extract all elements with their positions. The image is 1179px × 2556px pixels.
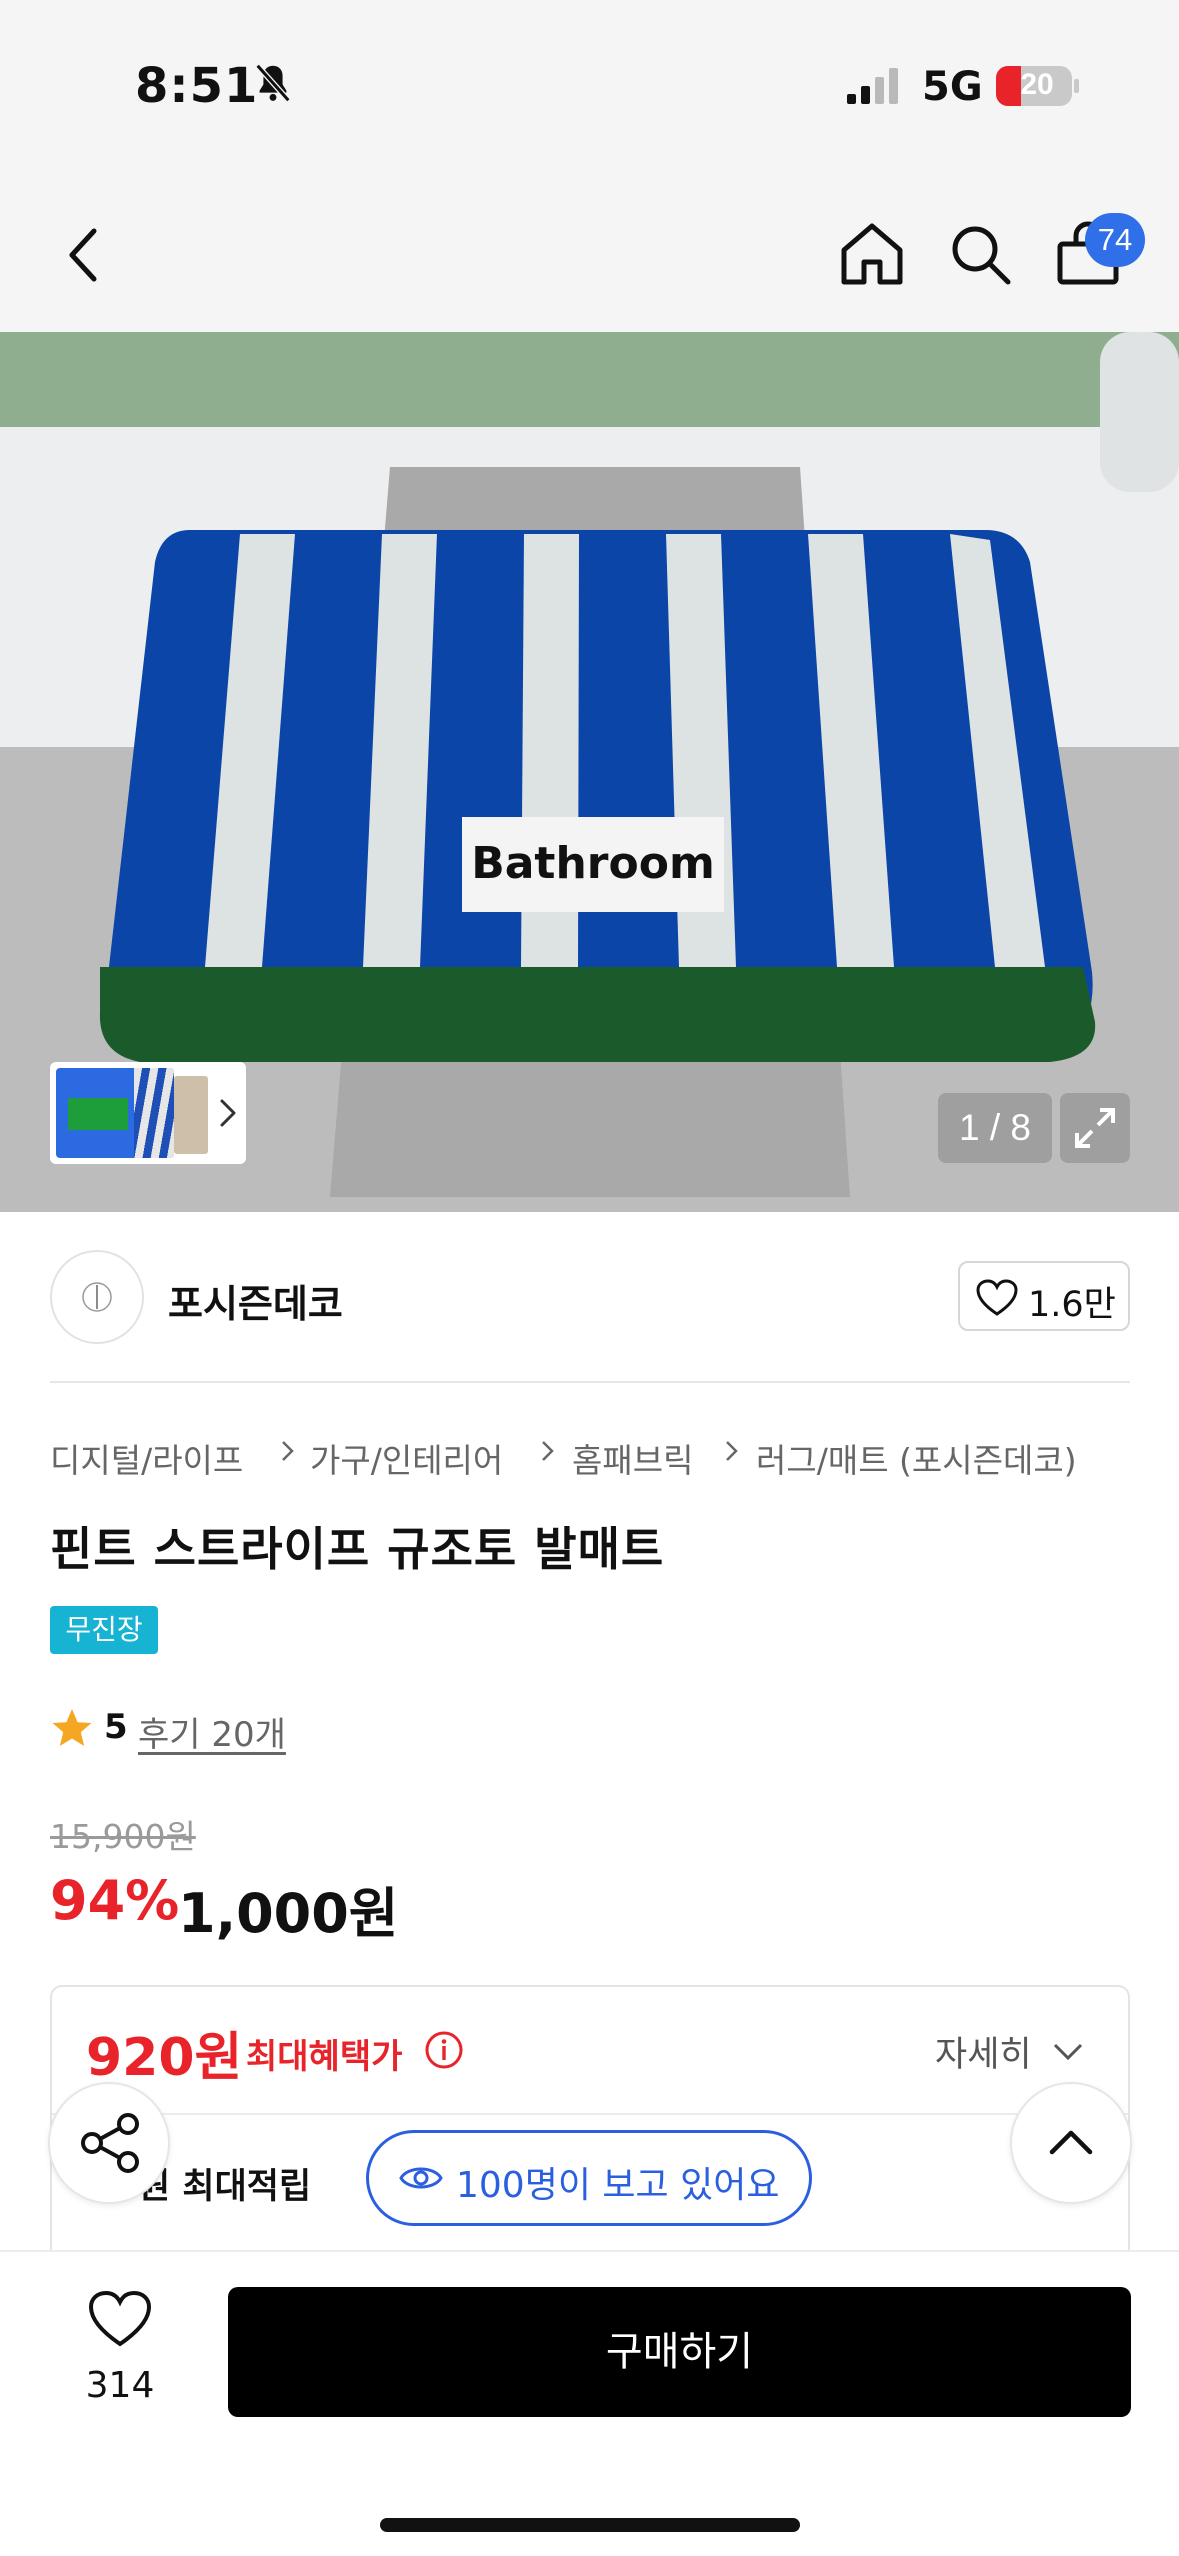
benefit-detail-link[interactable]: 자세히: [935, 2026, 1032, 2077]
buy-button[interactable]: 구매하기: [228, 2287, 1131, 2417]
scroll-top-button[interactable]: [1010, 2082, 1132, 2204]
expand-icon[interactable]: [1060, 1093, 1130, 1163]
chevron-right-icon: [282, 1441, 294, 1461]
star-icon: [52, 1709, 92, 1746]
share-icon: [81, 2113, 139, 2173]
chevron-down-icon[interactable]: [1050, 2036, 1086, 2066]
eye-icon: [399, 2167, 443, 2189]
signal-icon: [847, 68, 898, 104]
breadcrumb-item[interactable]: 가구/인테리어: [310, 1434, 503, 1482]
bell-slash-icon: [255, 63, 291, 103]
thumbnail-image[interactable]: [56, 1068, 174, 1158]
search-icon[interactable]: [948, 222, 1012, 286]
original-price: 15,900원: [50, 1817, 196, 1856]
mat-label-text: Bathroom: [471, 838, 715, 889]
back-icon[interactable]: [62, 225, 108, 285]
info-icon[interactable]: [424, 2030, 464, 2070]
discount-rate: 94%: [50, 1869, 180, 1932]
home-icon[interactable]: [838, 220, 906, 288]
divider: [50, 1381, 1130, 1383]
chevron-right-icon: [726, 1441, 738, 1461]
sale-price: 1,000원: [178, 1882, 399, 1945]
chevron-right-icon: [542, 1441, 554, 1461]
share-button[interactable]: [48, 2082, 170, 2204]
seller-name[interactable]: 포시즌데코: [168, 1273, 343, 1328]
battery-icon: 20: [995, 64, 1081, 108]
home-indicator: [380, 2518, 800, 2532]
chevron-right-icon[interactable]: [218, 1097, 238, 1129]
viewing-now-text: 100명이 보고 있어요: [456, 2165, 780, 2206]
rating-value: 5: [104, 1707, 128, 1747]
max-benefit-price: 920원: [86, 2028, 243, 2088]
network-label: 5G: [922, 64, 983, 110]
product-title: 핀트 스트라이프 규조토 발매트: [50, 1522, 665, 1576]
heart-icon: [976, 1279, 1018, 1316]
heart-icon[interactable]: [88, 2290, 152, 2348]
seller-like-count: 1.6만: [1028, 1285, 1116, 1325]
divider: [52, 2113, 1128, 2115]
breadcrumb-item[interactable]: 디지털/라이프: [50, 1434, 243, 1482]
review-link[interactable]: 후기 20개: [138, 1707, 286, 1756]
image-counter: 1 / 8: [938, 1093, 1052, 1163]
thumbnail-strip[interactable]: [50, 1062, 246, 1164]
store-badge: 무진장: [50, 1606, 158, 1654]
max-benefit-label: 최대혜택가: [246, 2037, 403, 2077]
status-time: 8:51: [135, 58, 259, 114]
breadcrumb-item[interactable]: 러그/매트 (포시즌데코): [756, 1434, 1077, 1482]
breadcrumb-item[interactable]: 홈패브릭: [572, 1434, 693, 1482]
chevron-up-icon: [1049, 2130, 1093, 2155]
seller-avatar[interactable]: [50, 1250, 144, 1344]
wishlist-count: 314: [85, 2365, 155, 2406]
battery-level: 20: [1020, 68, 1054, 101]
cart-count-badge: 74: [1085, 213, 1145, 267]
